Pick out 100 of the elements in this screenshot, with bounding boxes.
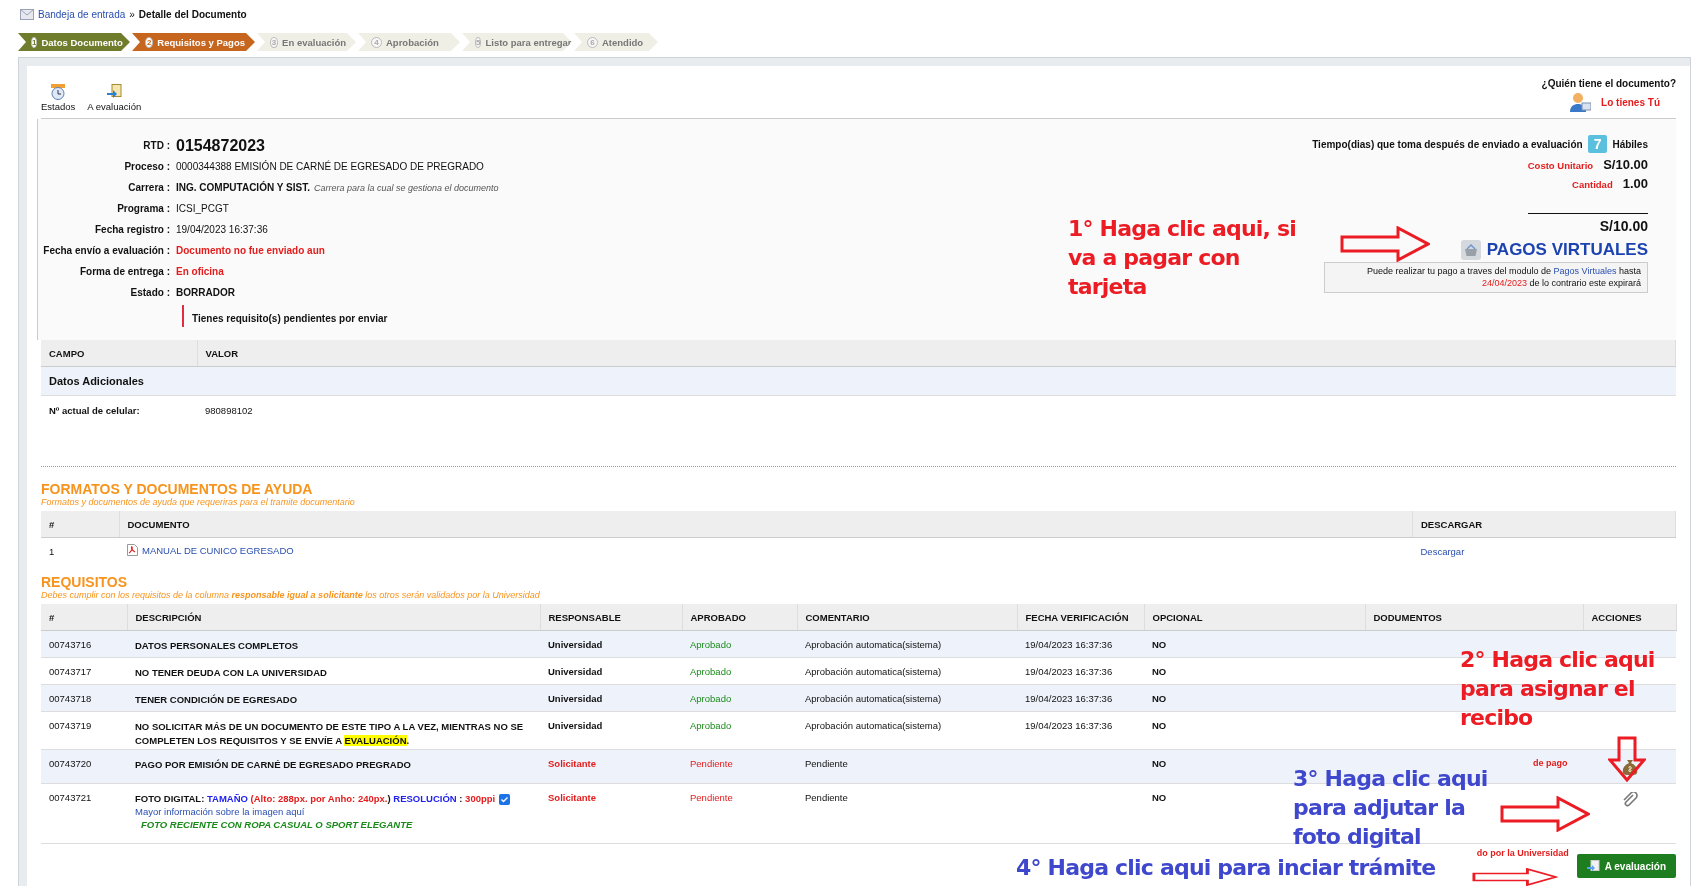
column-header: DOCUMENTO: [119, 511, 1413, 538]
requirement-description: PAGO POR EMISIÓN DE CARNÉ DE EGRESADO PREGRADO: [135, 758, 411, 772]
column-header: CAMPO: [41, 340, 197, 367]
virtual-payments-link[interactable]: Pagos Virtuales: [1553, 266, 1617, 276]
field-label: Forma de entrega :: [78, 265, 171, 279]
table-cell: NO: [1144, 657, 1365, 685]
checkbox[interactable]: [499, 794, 511, 805]
owner-value: Lo tienes Tú: [1601, 96, 1660, 108]
status-text: Aprobado: [690, 720, 732, 731]
field-value: 0000344388 EMISIÓN DE CARNÉ DE EGRESADO DE PREGRADO: [176, 161, 484, 172]
field-value: Documento no fue enviado aun: [176, 245, 325, 256]
column-header: #: [41, 511, 119, 538]
table-cell: 19/04/2023 16:37:36: [1025, 693, 1113, 704]
document-status: de pago: [1533, 758, 1568, 768]
column-header: FECHA VERIFICACIÓN: [1017, 604, 1144, 631]
table-cell: 00743719: [41, 711, 127, 750]
breadcrumb-current: Detalle del Documento: [138, 9, 247, 20]
column-header: DESCARGAR: [1412, 511, 1676, 538]
table-cell: Universidad: [548, 666, 603, 677]
table-cell: NO: [1144, 711, 1365, 750]
requirement-description: NO TENER DEUDA CON LA UNIVERSIDAD: [135, 666, 327, 680]
wizard-step[interactable]: 5 Listo para entregar: [462, 33, 572, 51]
requirement-description: FOTO DIGITAL: TAMAÑO (Alto: 288px. por Anho: 240px.) RESOLUCIÓN : 300ppi: [135, 792, 496, 806]
days-badge: 7: [1587, 135, 1608, 153]
breadcrumb-link[interactable]: Bandeja de entrada: [38, 9, 126, 20]
table-cell: 19/04/2023 16:37:36: [1025, 666, 1113, 677]
document-arrow-icon[interactable]: [106, 84, 123, 100]
clock-icon[interactable]: [50, 84, 67, 100]
status-text: Aprobado: [690, 693, 732, 704]
section-title: REQUISITOS: [41, 574, 129, 590]
envelope-icon: [20, 9, 34, 20]
table-cell: Solicitante: [548, 792, 597, 803]
processing-time-label: Tiempo(dias) que toma después de enviado a evaluación: [1312, 138, 1583, 150]
table-cell: 00743720: [41, 749, 127, 784]
info-link[interactable]: Mayor información sobre la imagen aquí: [135, 805, 532, 817]
footer-note: do por la Universidad: [1476, 848, 1569, 858]
wizard-step[interactable]: 1 Datos Documento: [18, 33, 130, 51]
table-cell: Aprobación automatica(sistema): [797, 684, 1017, 712]
document-arrow-icon: [1586, 860, 1600, 872]
table-cell: Nº actual de celular:: [41, 395, 197, 424]
paperclip-icon[interactable]: [1621, 792, 1638, 808]
field-value: 0154872023: [176, 136, 265, 155]
table-cell: 00743721: [41, 783, 127, 844]
field-value: ING. COMPUTACIÓN Y SIST.: [176, 182, 310, 193]
field-label: Carrera :: [127, 181, 171, 195]
table-cell: Universidad: [548, 720, 603, 731]
table-cell: 19/04/2023 16:37:36: [1025, 639, 1113, 650]
download-link[interactable]: Descargar: [1420, 545, 1465, 557]
table-cell: 1: [41, 537, 119, 564]
payment-deadline-note: Puede realizar tu pago a traves del modulo de Pagos Virtuales hasta 24/04/2023 de lo contrario este expirará: [1324, 262, 1648, 294]
wizard-step[interactable]: 4 Aprobación: [358, 33, 460, 51]
field-value: En oficina: [176, 266, 224, 277]
status-text: Aprobado: [690, 639, 732, 650]
column-header: ACCIONES: [1583, 604, 1676, 631]
field-value: ICSI_PCGT: [176, 203, 229, 214]
total-amount: S/10.00: [1528, 213, 1648, 234]
field-label: Proceso :: [123, 160, 171, 174]
status-text: Aprobado: [690, 666, 732, 677]
table-cell: Pendiente: [797, 783, 1017, 844]
field-value: 19/04/2023 16:37:36: [176, 224, 268, 235]
table-cell: NO: [1144, 630, 1365, 658]
table-cell: Aprobación automatica(sistema): [797, 711, 1017, 750]
field-label: Programa :: [116, 202, 171, 216]
money-bag-icon[interactable]: [1620, 758, 1639, 776]
wizard-step[interactable]: 2 Requisitos y Pagos: [132, 33, 255, 51]
table-cell: 00743717: [41, 657, 127, 685]
field-label: RTD :: [142, 139, 171, 153]
toolbar-button[interactable]: A evaluación: [87, 84, 142, 118]
column-header: DODUMENTOS: [1365, 604, 1583, 631]
toolbar-button[interactable]: Estados: [41, 84, 76, 118]
document-link[interactable]: MANUAL DE CUNICO EGRESADO: [127, 544, 294, 556]
table-cell: 00743718: [41, 684, 127, 712]
wizard-step[interactable]: 6 Atendido: [574, 33, 658, 51]
virtual-payments-link[interactable]: PAGOS VIRTUALES: [1460, 240, 1648, 260]
user-icon: [1569, 92, 1592, 112]
quantity-value: 1.00: [1622, 176, 1648, 191]
table-cell: Pendiente: [797, 749, 1017, 784]
requirement-description: DATOS PERSONALES COMPLETOS: [135, 639, 299, 653]
table-cell: Solicitante: [548, 758, 597, 769]
evaluation-button[interactable]: A evaluación: [1576, 854, 1676, 878]
table-cell: Aprobación automatica(sistema): [797, 657, 1017, 685]
unit-cost-label: Costo Unitario: [1527, 160, 1594, 171]
breadcrumb-separator: »: [129, 9, 135, 20]
field-label: Fecha envío a evaluación :: [42, 244, 171, 258]
field-value: BORRADOR: [176, 287, 235, 298]
section-subtitle: Debes cumplir con los requisitos de la columna responsable igual a solicitante los otros serán validados por la Universidad: [41, 590, 541, 600]
column-header: DESCRIPCIÓN: [127, 604, 540, 631]
arrow-right-icon: [1340, 226, 1430, 262]
arrow-right-icon: [1500, 796, 1590, 832]
status-text: Pendiente: [690, 792, 733, 803]
arrow-down-icon: [1608, 736, 1646, 782]
annotation-text: 1° Haga clic aqui, si va a pagar con tarjeta: [1068, 215, 1297, 301]
table-cell: 19/04/2023 16:37:36: [1025, 720, 1113, 731]
section-subtitle: Formatos y documentos de ayuda que requeriras para el tramite documentario: [41, 497, 356, 507]
requirement-note: FOTO RECIENTE CON ROPA CASUAL O SPORT ELEGANTE: [140, 818, 414, 830]
wizard-step[interactable]: 3 En evaluación: [257, 33, 356, 51]
basket-icon[interactable]: [1460, 240, 1481, 260]
pdf-file-icon: [127, 544, 138, 556]
unit-cost-value: S/10.00: [1603, 157, 1648, 172]
table-cell: NO: [1144, 684, 1365, 712]
